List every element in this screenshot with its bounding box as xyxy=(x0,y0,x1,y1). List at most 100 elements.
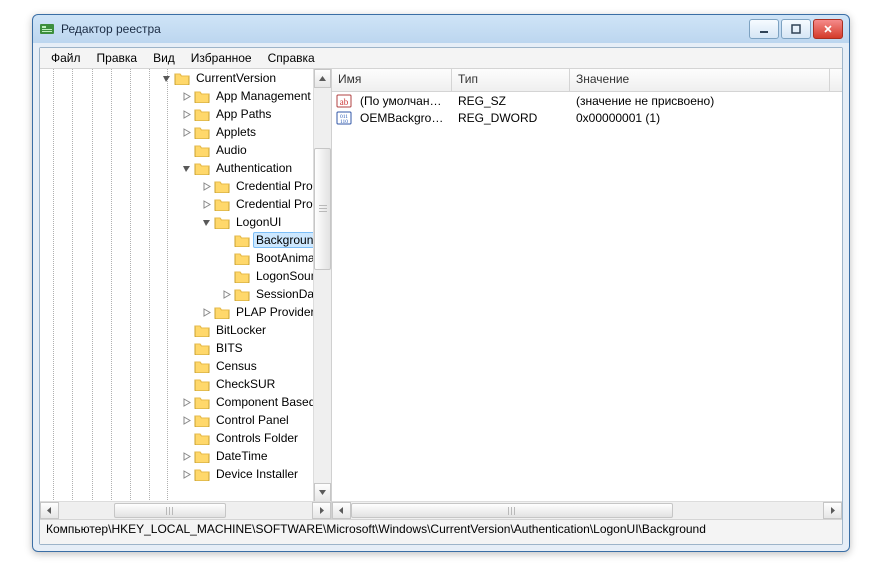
menu-view[interactable]: Вид xyxy=(146,50,182,66)
tree-hscrollbar[interactable] xyxy=(40,501,331,519)
scroll-up-button[interactable] xyxy=(314,69,331,88)
expander-none xyxy=(180,378,192,390)
tree-node[interactable]: Credential Provide xyxy=(40,177,331,195)
tree-vscrollbar[interactable] xyxy=(313,69,331,502)
tree-node-label: LogonUI xyxy=(233,214,284,230)
expander-open-icon[interactable] xyxy=(160,72,172,84)
tree-node[interactable]: CurrentVersion xyxy=(40,69,331,87)
scroll-right-button[interactable] xyxy=(823,502,842,519)
registry-tree[interactable]: CurrentVersionApp ManagementApp Paths App… xyxy=(40,69,331,502)
expander-closed-icon[interactable] xyxy=(180,468,192,480)
tree-node[interactable]: SessionData xyxy=(40,285,331,303)
column-headers[interactable]: Имя Тип Значение xyxy=(332,69,842,92)
tree-node[interactable]: Census xyxy=(40,357,331,375)
scroll-down-button[interactable] xyxy=(314,483,331,502)
menu-favorites[interactable]: Избранное xyxy=(184,50,259,66)
folder-icon xyxy=(194,359,210,373)
value-row[interactable]: ab(По умолчанию)REG_SZ(значение не присв… xyxy=(332,92,842,109)
folder-icon xyxy=(214,197,230,211)
tree-node-label: App Paths xyxy=(213,106,274,122)
tree-node[interactable]: Device Installer xyxy=(40,465,331,483)
tree-node[interactable]: CheckSUR xyxy=(40,375,331,393)
expander-closed-icon[interactable] xyxy=(180,90,192,102)
tree-node-label: BITS xyxy=(213,340,246,356)
expander-none xyxy=(180,144,192,156)
value-name: (По умолчанию) xyxy=(354,94,452,108)
folder-icon xyxy=(234,233,250,247)
titlebar[interactable]: Редактор реестра xyxy=(33,15,849,43)
folder-icon xyxy=(214,179,230,193)
tree-node[interactable]: PLAP Providers xyxy=(40,303,331,321)
expander-closed-icon[interactable] xyxy=(220,288,232,300)
tree-node[interactable]: BITS xyxy=(40,339,331,357)
tree-node-label: PLAP Providers xyxy=(233,304,324,320)
tree-node[interactable]: Authentication xyxy=(40,159,331,177)
tree-node[interactable]: DateTime xyxy=(40,447,331,465)
value-type: REG_SZ xyxy=(452,94,570,108)
folder-icon xyxy=(194,323,210,337)
close-button[interactable] xyxy=(813,19,843,39)
tree-node[interactable]: Controls Folder xyxy=(40,429,331,447)
column-type[interactable]: Тип xyxy=(452,69,570,91)
expander-closed-icon[interactable] xyxy=(180,126,192,138)
tree-node-label: CurrentVersion xyxy=(193,70,279,86)
tree-node[interactable]: Applets xyxy=(40,123,331,141)
menu-edit[interactable]: Правка xyxy=(90,50,145,66)
expander-closed-icon[interactable] xyxy=(180,108,192,120)
values-pane: Имя Тип Значение ab(По умолчанию)REG_SZ(… xyxy=(332,69,842,519)
expander-closed-icon[interactable] xyxy=(200,306,212,318)
value-type: REG_DWORD xyxy=(452,111,570,125)
app-icon xyxy=(39,21,55,37)
expander-closed-icon[interactable] xyxy=(180,396,192,408)
folder-icon xyxy=(194,413,210,427)
tree-node-label: Census xyxy=(213,358,260,374)
folder-icon xyxy=(234,269,250,283)
tree-node[interactable]: BootAnimation xyxy=(40,249,331,267)
tree-node[interactable]: App Paths xyxy=(40,105,331,123)
column-value[interactable]: Значение xyxy=(570,69,830,91)
window-title: Редактор реестра xyxy=(61,22,749,36)
value-name: OEMBackground xyxy=(354,111,452,125)
tree-node-label: DateTime xyxy=(213,448,271,464)
scroll-left-button[interactable] xyxy=(40,502,59,519)
tree-node[interactable]: Audio xyxy=(40,141,331,159)
menu-help[interactable]: Справка xyxy=(261,50,322,66)
values-list[interactable]: ab(По умолчанию)REG_SZ(значение не присв… xyxy=(332,92,842,502)
expander-closed-icon[interactable] xyxy=(180,414,192,426)
folder-icon xyxy=(194,341,210,355)
svg-text:ab: ab xyxy=(340,97,349,107)
tree-node-label: Controls Folder xyxy=(213,430,301,446)
tree-node-label: BitLocker xyxy=(213,322,269,338)
expander-closed-icon[interactable] xyxy=(200,180,212,192)
expander-closed-icon[interactable] xyxy=(200,198,212,210)
tree-vscroll-thumb[interactable] xyxy=(314,148,331,270)
minimize-button[interactable] xyxy=(749,19,779,39)
statusbar-path: Компьютер\HKEY_LOCAL_MACHINE\SOFTWARE\Mi… xyxy=(40,519,842,544)
tree-hscroll-thumb[interactable] xyxy=(114,503,226,518)
tree-node[interactable]: LogonUI xyxy=(40,213,331,231)
tree-node[interactable]: Background xyxy=(40,231,331,249)
scroll-left-button[interactable] xyxy=(332,502,351,519)
tree-node[interactable]: App Management xyxy=(40,87,331,105)
tree-node[interactable]: Component Based Se xyxy=(40,393,331,411)
value-row[interactable]: 011110OEMBackgroundREG_DWORD0x00000001 (… xyxy=(332,109,842,126)
menu-file[interactable]: Файл xyxy=(44,50,88,66)
column-name[interactable]: Имя xyxy=(332,69,452,91)
values-hscrollbar[interactable] xyxy=(332,501,842,519)
expander-none xyxy=(180,360,192,372)
scroll-right-button[interactable] xyxy=(312,502,331,519)
tree-node-label: Applets xyxy=(213,124,259,140)
expander-closed-icon[interactable] xyxy=(180,450,192,462)
expander-open-icon[interactable] xyxy=(200,216,212,228)
tree-node[interactable]: BitLocker xyxy=(40,321,331,339)
expander-open-icon[interactable] xyxy=(180,162,192,174)
regedit-window: Редактор реестра Файл Правка Вид Избранн… xyxy=(32,14,850,552)
expander-none xyxy=(220,270,232,282)
maximize-button[interactable] xyxy=(781,19,811,39)
folder-icon xyxy=(194,377,210,391)
values-hscroll-thumb[interactable] xyxy=(351,503,673,518)
tree-node[interactable]: LogonSoundP xyxy=(40,267,331,285)
tree-node[interactable]: Control Panel xyxy=(40,411,331,429)
tree-node-label: Control Panel xyxy=(213,412,292,428)
tree-node[interactable]: Credential Provide xyxy=(40,195,331,213)
